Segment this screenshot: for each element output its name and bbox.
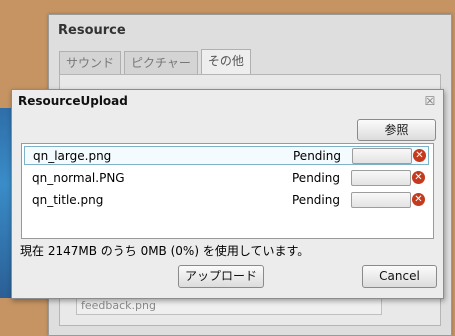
upload-button[interactable]: アップロード <box>178 265 264 288</box>
file-status: Pending <box>293 149 341 163</box>
upload-progress-bar <box>351 192 411 208</box>
remove-icon[interactable]: ✕ <box>412 193 425 206</box>
tab-sound[interactable]: サウンド <box>59 51 122 74</box>
remove-icon[interactable]: ✕ <box>413 149 426 162</box>
upload-progress-bar <box>352 148 412 164</box>
file-status: Pending <box>292 171 340 185</box>
upload-progress-bar <box>351 170 411 186</box>
browse-button[interactable]: 参照 <box>357 119 436 141</box>
file-status: Pending <box>292 193 340 207</box>
file-list: qn_large.png Pending ✕ qn_normal.PNG Pen… <box>21 143 434 239</box>
tab-picture[interactable]: ピクチャー <box>124 51 198 74</box>
file-row[interactable]: qn_large.png Pending ✕ <box>24 146 429 165</box>
file-row[interactable]: qn_normal.PNG Pending ✕ <box>24 169 429 188</box>
resource-tabs: サウンド ピクチャー その他 <box>59 49 254 74</box>
storage-usage-text: 現在 2147MB のうち 0MB (0%) を使用しています。 <box>20 244 310 258</box>
file-name: qn_normal.PNG <box>32 171 125 185</box>
cancel-button[interactable]: Cancel <box>362 265 437 288</box>
dialog-title: ResourceUpload <box>18 94 128 108</box>
file-row[interactable]: qn_title.png Pending ✕ <box>24 191 429 210</box>
remove-icon[interactable]: ✕ <box>412 171 425 184</box>
resource-window-title: Resource <box>58 23 126 38</box>
close-icon[interactable]: ☒ <box>424 95 436 107</box>
file-name: qn_large.png <box>33 149 112 163</box>
resource-list-item[interactable]: feedback.png <box>76 297 382 315</box>
file-name: qn_title.png <box>32 193 104 207</box>
resource-upload-dialog: ResourceUpload ☒ 参照 qn_large.png Pending… <box>11 89 444 299</box>
tab-other[interactable]: その他 <box>200 49 251 74</box>
